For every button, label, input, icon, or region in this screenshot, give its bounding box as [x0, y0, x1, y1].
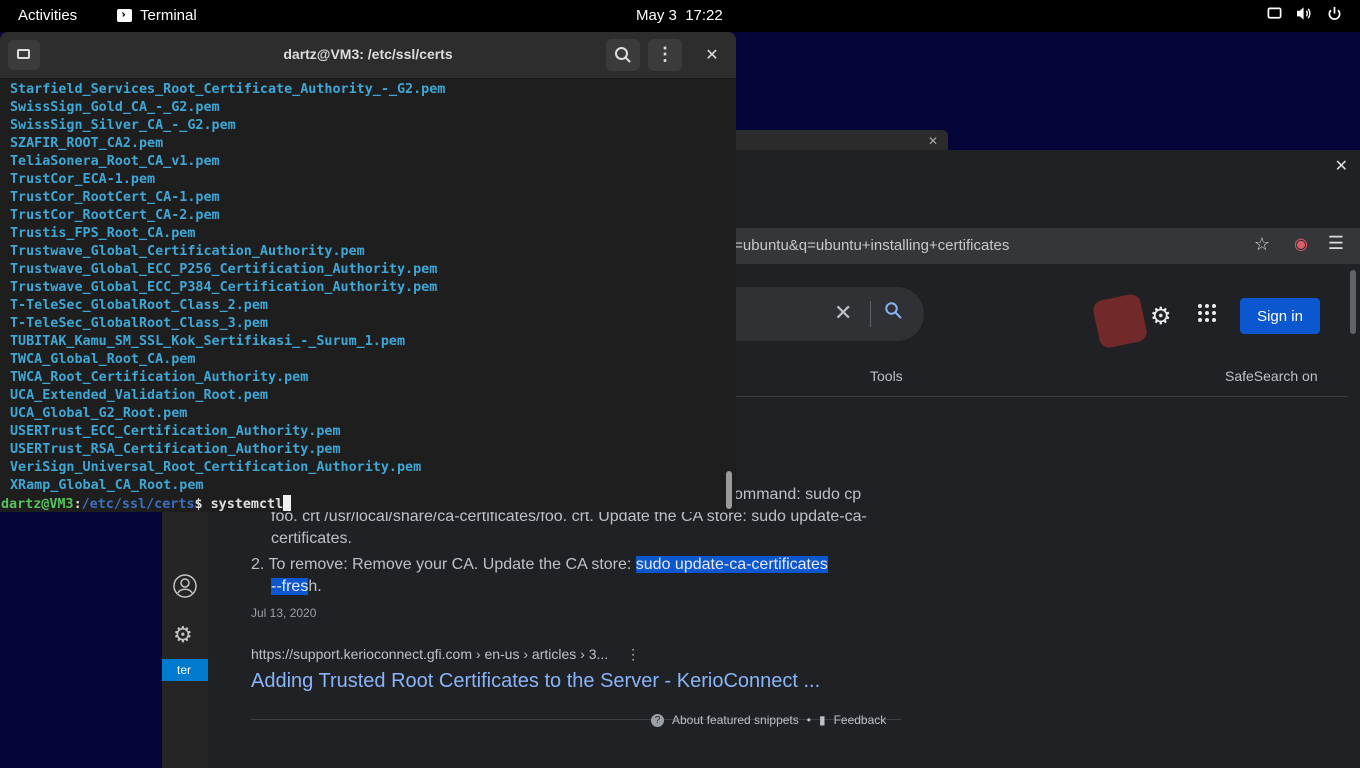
volume-icon[interactable]	[1296, 6, 1313, 21]
terminal-file-line: SwissSign_Gold_CA_-_G2.pem	[10, 100, 220, 115]
terminal-file-line: Trustwave_Global_ECC_P384_Certification_…	[10, 280, 438, 295]
snippet-highlight: sudo update-ca-certificates	[635, 556, 828, 573]
terminal-file-line: Trustis_FPS_Root_CA.pem	[10, 226, 196, 241]
clock-date: May 3	[636, 7, 677, 24]
terminal-app-icon	[117, 9, 132, 22]
hamburger-menu-icon[interactable]: ☰	[1328, 233, 1344, 254]
system-tray[interactable]	[1267, 6, 1342, 21]
tools-link[interactable]: Tools	[870, 368, 903, 384]
app-menu[interactable]: Terminal	[117, 7, 197, 24]
search-box[interactable]: ✕	[708, 287, 924, 341]
background-tab[interactable]: ✕	[728, 130, 948, 150]
prompt-colon: :	[73, 497, 82, 512]
screen-icon[interactable]	[1267, 6, 1282, 21]
app-menu-label: Terminal	[140, 7, 197, 24]
terminal-output[interactable]: Starfield_Services_Root_Certificate_Auth…	[0, 79, 720, 512]
status-branch-text[interactable]: ter	[177, 663, 191, 677]
power-icon[interactable]	[1327, 6, 1342, 21]
text-cursor	[283, 495, 292, 511]
feedback-icon: ▮	[818, 713, 826, 727]
terminal-window[interactable]: dartz@VM3: /etc/ssl/certs ⋮ ✕ Starfield_…	[0, 32, 736, 512]
account-icon[interactable]	[173, 574, 197, 598]
clock-time: 17:22	[685, 7, 723, 24]
result-title-link[interactable]: Adding Trusted Root Certificates to the …	[251, 670, 820, 693]
terminal-search-button[interactable]	[606, 39, 640, 71]
snippet-line: --fresh.	[271, 576, 322, 598]
terminal-file-line: SwissSign_Silver_CA_-_G2.pem	[10, 118, 236, 133]
apps-grid-icon[interactable]	[1198, 304, 1216, 322]
terminal-file-list: Starfield_Services_Root_Certificate_Auth…	[10, 81, 445, 495]
extension-icon[interactable]: ◉	[1294, 234, 1308, 254]
result-url[interactable]: https://support.kerioconnect.gfi.com › e…	[251, 646, 640, 663]
about-snippets-link[interactable]: About featured snippets	[672, 713, 799, 727]
terminal-menu-button[interactable]: ⋮	[648, 39, 682, 71]
sign-in-button[interactable]: Sign in	[1240, 298, 1320, 334]
terminal-file-line: TWCA_Root_Certification_Authority.pem	[10, 370, 309, 385]
snippet-highlight: --fres	[271, 578, 309, 595]
prompt-user: dartz@VM3	[1, 497, 74, 512]
search-icon[interactable]	[884, 301, 902, 319]
terminal-scrollbar[interactable]	[722, 79, 736, 512]
terminal-file-line: Starfield_Services_Root_Certificate_Auth…	[10, 82, 446, 97]
terminal-file-line: USERTrust_ECC_Certification_Authority.pe…	[10, 424, 341, 439]
prompt-symbol: $	[194, 497, 211, 512]
terminal-file-line: XRamp_Global_CA_Root.pem	[10, 478, 204, 493]
terminal-file-line: T-TeleSec_GlobalRoot_Class_3.pem	[10, 316, 268, 331]
window-close-icon[interactable]: ✕	[1335, 156, 1348, 176]
terminal-file-line: SZAFIR_ROOT_CA2.pem	[10, 136, 164, 151]
manage-gear-icon[interactable]: ⚙	[173, 622, 193, 648]
snippet-footer: ? About featured snippets • ▮ Feedback	[651, 713, 886, 727]
snippet-line: 2. To remove: Remove your CA. Update the…	[251, 554, 828, 576]
snippet-text: h.	[308, 578, 322, 595]
settings-gear-icon[interactable]: ⚙	[1150, 302, 1172, 331]
search-icon	[615, 47, 631, 63]
terminal-headerbar: dartz@VM3: /etc/ssl/certs ⋮ ✕	[0, 32, 736, 79]
doodle-image[interactable]	[1091, 292, 1149, 350]
terminal-prompt[interactable]: dartz@VM3:/etc/ssl/certs$ systemctl	[1, 495, 292, 512]
snippet-date: Jul 13, 2020	[251, 606, 317, 620]
snippet-text: 2. To remove: Remove your CA. Update the…	[251, 556, 636, 573]
url-text[interactable]: t=ubuntu&q=ubuntu+installing+certificate…	[730, 237, 1009, 254]
clock[interactable]: May 3 17:22	[636, 7, 723, 24]
scrollbar-thumb[interactable]	[726, 471, 732, 509]
terminal-file-line: Trustwave_Global_Certification_Authority…	[10, 244, 365, 259]
terminal-file-line: UCA_Global_G2_Root.pem	[10, 406, 188, 421]
clear-search-icon[interactable]: ✕	[834, 300, 852, 326]
footer-bullet: •	[806, 713, 811, 727]
safesearch-link[interactable]: SafeSearch on	[1225, 368, 1318, 384]
result-url-text[interactable]: https://support.kerioconnect.gfi.com › e…	[251, 646, 608, 662]
terminal-file-line: Trustwave_Global_ECC_P256_Certification_…	[10, 262, 438, 277]
terminal-file-line: TWCA_Global_Root_CA.pem	[10, 352, 196, 367]
vscode-activity-bar: ⚙	[162, 510, 208, 768]
command-input[interactable]: systemctl	[211, 497, 284, 512]
terminal-file-line: TrustCor_RootCert_CA-1.pem	[10, 190, 220, 205]
more-options-icon[interactable]: ⋮	[626, 646, 640, 662]
tab-close-icon[interactable]: ✕	[928, 134, 938, 148]
snippet-line: ommand: sudo cp	[734, 486, 862, 503]
search-divider	[870, 301, 871, 327]
gnome-top-bar: Activities Terminal May 3 17:22	[0, 0, 1360, 32]
snippet-line: certificates.	[271, 530, 352, 547]
terminal-file-line: USERTrust_RSA_Certification_Authority.pe…	[10, 442, 341, 457]
terminal-close-icon[interactable]: ✕	[700, 45, 724, 65]
help-icon: ?	[651, 713, 664, 727]
terminal-file-line: VeriSign_Universal_Root_Certification_Au…	[10, 460, 422, 475]
terminal-file-line: T-TeleSec_GlobalRoot_Class_2.pem	[10, 298, 268, 313]
terminal-file-line: TrustCor_ECA-1.pem	[10, 172, 156, 187]
terminal-file-line: TUBITAK_Kamu_SM_SSL_Kok_Sertifikasi_-_Su…	[10, 334, 406, 349]
bookmark-star-icon[interactable]: ☆	[1254, 234, 1270, 255]
activities-button[interactable]: Activities	[18, 7, 77, 24]
terminal-file-line: TeliaSonera_Root_CA_v1.pem	[10, 154, 220, 169]
vscode-status-bar[interactable]: ter	[162, 659, 208, 681]
terminal-file-line: TrustCor_RootCert_CA-2.pem	[10, 208, 220, 223]
prompt-path: /etc/ssl/certs	[81, 497, 195, 512]
page-scrollbar[interactable]	[1350, 270, 1356, 334]
feedback-link[interactable]: Feedback	[834, 713, 887, 727]
terminal-file-line: UCA_Extended_Validation_Root.pem	[10, 388, 268, 403]
